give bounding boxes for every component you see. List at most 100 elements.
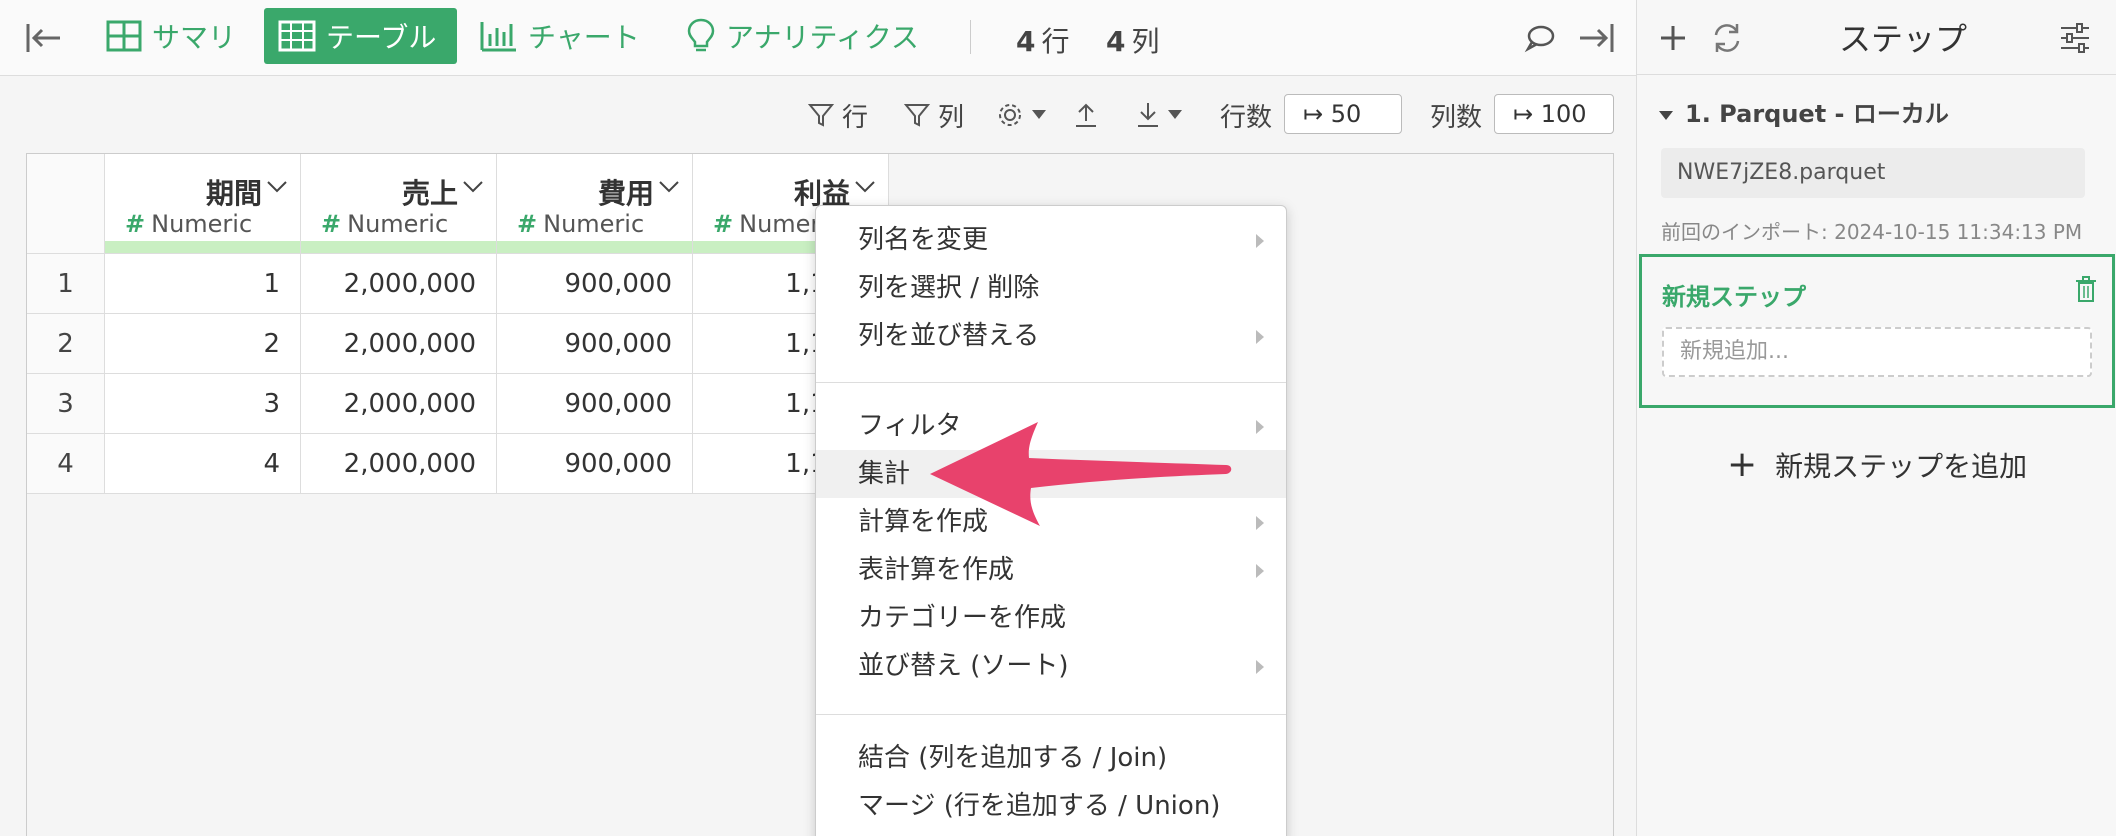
table-cell[interactable]: 1 bbox=[105, 254, 301, 314]
bar-chart-icon bbox=[480, 22, 516, 52]
menu-divider bbox=[816, 714, 1286, 715]
column-header[interactable]: 売上 # Numeric bbox=[301, 154, 497, 254]
submenu-arrow-icon bbox=[1256, 330, 1264, 344]
new-step-title: 新規ステップ bbox=[1662, 283, 1806, 311]
rows-limit-input[interactable]: ↦ 50 bbox=[1284, 94, 1402, 134]
panel-divider bbox=[1637, 74, 2116, 75]
submenu-arrow-icon bbox=[1256, 234, 1264, 248]
new-step-card: 新規ステップ 新規追加... bbox=[1639, 254, 2115, 408]
tab-table-label: テーブル bbox=[326, 21, 437, 54]
table-row: 3 3 2,000,000 900,000 1,100, bbox=[27, 374, 889, 434]
table-cell[interactable]: 900,000 bbox=[497, 434, 693, 494]
table-cell[interactable]: 900,000 bbox=[497, 374, 693, 434]
table-icon bbox=[278, 20, 316, 52]
plus-icon[interactable] bbox=[1653, 18, 1693, 58]
cols-limit-input[interactable]: ↦ 100 bbox=[1494, 94, 1614, 134]
column-type-bar bbox=[497, 241, 692, 253]
chevron-down-icon[interactable] bbox=[854, 180, 876, 194]
panel-title: ステップ bbox=[1838, 20, 1967, 58]
upload-icon bbox=[1076, 103, 1096, 127]
row-number: 3 bbox=[27, 374, 105, 434]
numeric-type-icon: # bbox=[517, 210, 538, 238]
chevron-down-icon[interactable] bbox=[462, 180, 484, 194]
row-number: 2 bbox=[27, 314, 105, 374]
chevron-down-icon[interactable] bbox=[266, 180, 288, 194]
row-number-header bbox=[27, 154, 105, 254]
column-type-bar bbox=[105, 241, 300, 253]
menu-item-join[interactable]: 結合 (列を追加する / Join) bbox=[816, 734, 1286, 782]
source-step-title[interactable]: 1. Parquet - ローカル bbox=[1659, 94, 1949, 129]
menu-item-rename-column[interactable]: 列名を変更 bbox=[816, 216, 1286, 264]
annotation-arrow-icon bbox=[930, 422, 1232, 526]
submenu-arrow-icon bbox=[1256, 516, 1264, 530]
tab-analytics[interactable]: アナリティクス bbox=[672, 8, 933, 64]
last-import-time: 前回のインポート: 2024-10-15 11:34:13 PM bbox=[1661, 220, 2083, 244]
grid-icon bbox=[106, 20, 142, 52]
plus-icon: + bbox=[1727, 444, 1758, 485]
column-count: 4列 bbox=[1106, 25, 1160, 58]
download-dropdown[interactable] bbox=[1136, 98, 1190, 132]
table-cell[interactable]: 900,000 bbox=[497, 314, 693, 374]
toolbar-divider bbox=[970, 20, 971, 54]
table-cell[interactable]: 900,000 bbox=[497, 254, 693, 314]
chevron-down-icon[interactable] bbox=[658, 180, 680, 194]
menu-divider bbox=[816, 382, 1286, 383]
collapse-right-icon[interactable] bbox=[1576, 18, 1616, 58]
collapse-left-icon[interactable] bbox=[24, 18, 64, 58]
download-icon bbox=[1138, 103, 1158, 127]
menu-item-create-window-calculation[interactable]: 表計算を作成 bbox=[816, 546, 1286, 594]
menu-item-union[interactable]: マージ (行を追加する / Union) bbox=[816, 782, 1286, 830]
submenu-arrow-icon bbox=[1256, 564, 1264, 578]
table-row: 2 2 2,000,000 900,000 1,100, bbox=[27, 314, 889, 374]
export-button[interactable] bbox=[1074, 98, 1106, 132]
caret-down-icon bbox=[1032, 110, 1046, 119]
menu-item-reorder-columns[interactable]: 列を並び替える bbox=[816, 312, 1286, 360]
table-row: 4 4 2,000,000 900,000 1,100, bbox=[27, 434, 889, 494]
refresh-icon[interactable] bbox=[1707, 18, 1747, 58]
numeric-type-icon: # bbox=[321, 210, 342, 238]
column-header[interactable]: 費用 # Numeric bbox=[497, 154, 693, 254]
steps-panel: ステップ 1. Parquet - ローカル NWE7jZE8.parquet … bbox=[1636, 0, 2116, 836]
add-step-button[interactable]: + 新規ステップを追加 bbox=[1727, 444, 2027, 485]
table-cell[interactable]: 2,000,000 bbox=[301, 314, 497, 374]
table-cell[interactable]: 3 bbox=[105, 374, 301, 434]
row-count: 4行 bbox=[1016, 25, 1070, 58]
filter-icon bbox=[808, 104, 834, 127]
tab-table[interactable]: テーブル bbox=[264, 8, 457, 64]
numeric-type-icon: # bbox=[125, 210, 146, 238]
filter-rows-button[interactable]: 行 bbox=[808, 98, 868, 133]
table-cell[interactable]: 2,000,000 bbox=[301, 434, 497, 494]
caret-down-icon bbox=[1659, 110, 1673, 120]
submenu-arrow-icon bbox=[1256, 420, 1264, 434]
numeric-type-icon: # bbox=[713, 210, 734, 238]
column-header[interactable]: 期間 # Numeric bbox=[105, 154, 301, 254]
source-file[interactable]: NWE7jZE8.parquet bbox=[1661, 148, 2085, 198]
cols-limit-label: 列数 bbox=[1430, 102, 1483, 133]
gear-icon bbox=[999, 104, 1021, 126]
menu-item-create-category[interactable]: カテゴリーを作成 bbox=[816, 594, 1286, 642]
filter-icon bbox=[904, 104, 930, 127]
settings-dropdown[interactable] bbox=[996, 98, 1054, 132]
tab-chart[interactable]: チャート bbox=[466, 8, 654, 64]
sliders-icon[interactable] bbox=[2055, 18, 2095, 58]
new-step-input[interactable]: 新規追加... bbox=[1662, 327, 2092, 377]
caret-down-icon bbox=[1168, 110, 1182, 119]
table-cell[interactable]: 2,000,000 bbox=[301, 254, 497, 314]
table-cell[interactable]: 4 bbox=[105, 434, 301, 494]
menu-item-select-remove-columns[interactable]: 列を選択 / 削除 bbox=[816, 264, 1286, 312]
tab-summary-label: サマリ bbox=[152, 21, 237, 54]
menu-item-sort[interactable]: 並び替え (ソート) bbox=[816, 642, 1286, 690]
table-cell[interactable]: 2 bbox=[105, 314, 301, 374]
tab-chart-label: チャート bbox=[528, 21, 640, 54]
view-toolbar: サマリ テーブル チャート アナリティクス 4行 4列 bbox=[0, 0, 1636, 76]
tab-analytics-label: アナリティクス bbox=[726, 21, 919, 54]
submenu-arrow-icon bbox=[1256, 660, 1264, 674]
comment-icon[interactable] bbox=[1520, 18, 1560, 58]
filter-columns-button[interactable]: 列 bbox=[904, 98, 964, 133]
tab-summary[interactable]: サマリ bbox=[92, 8, 250, 64]
table-cell[interactable]: 2,000,000 bbox=[301, 374, 497, 434]
rows-limit-label: 行数 bbox=[1220, 102, 1273, 133]
table-row: 1 1 2,000,000 900,000 1,100, bbox=[27, 254, 889, 314]
trash-icon[interactable] bbox=[2074, 275, 2098, 303]
row-number: 1 bbox=[27, 254, 105, 314]
